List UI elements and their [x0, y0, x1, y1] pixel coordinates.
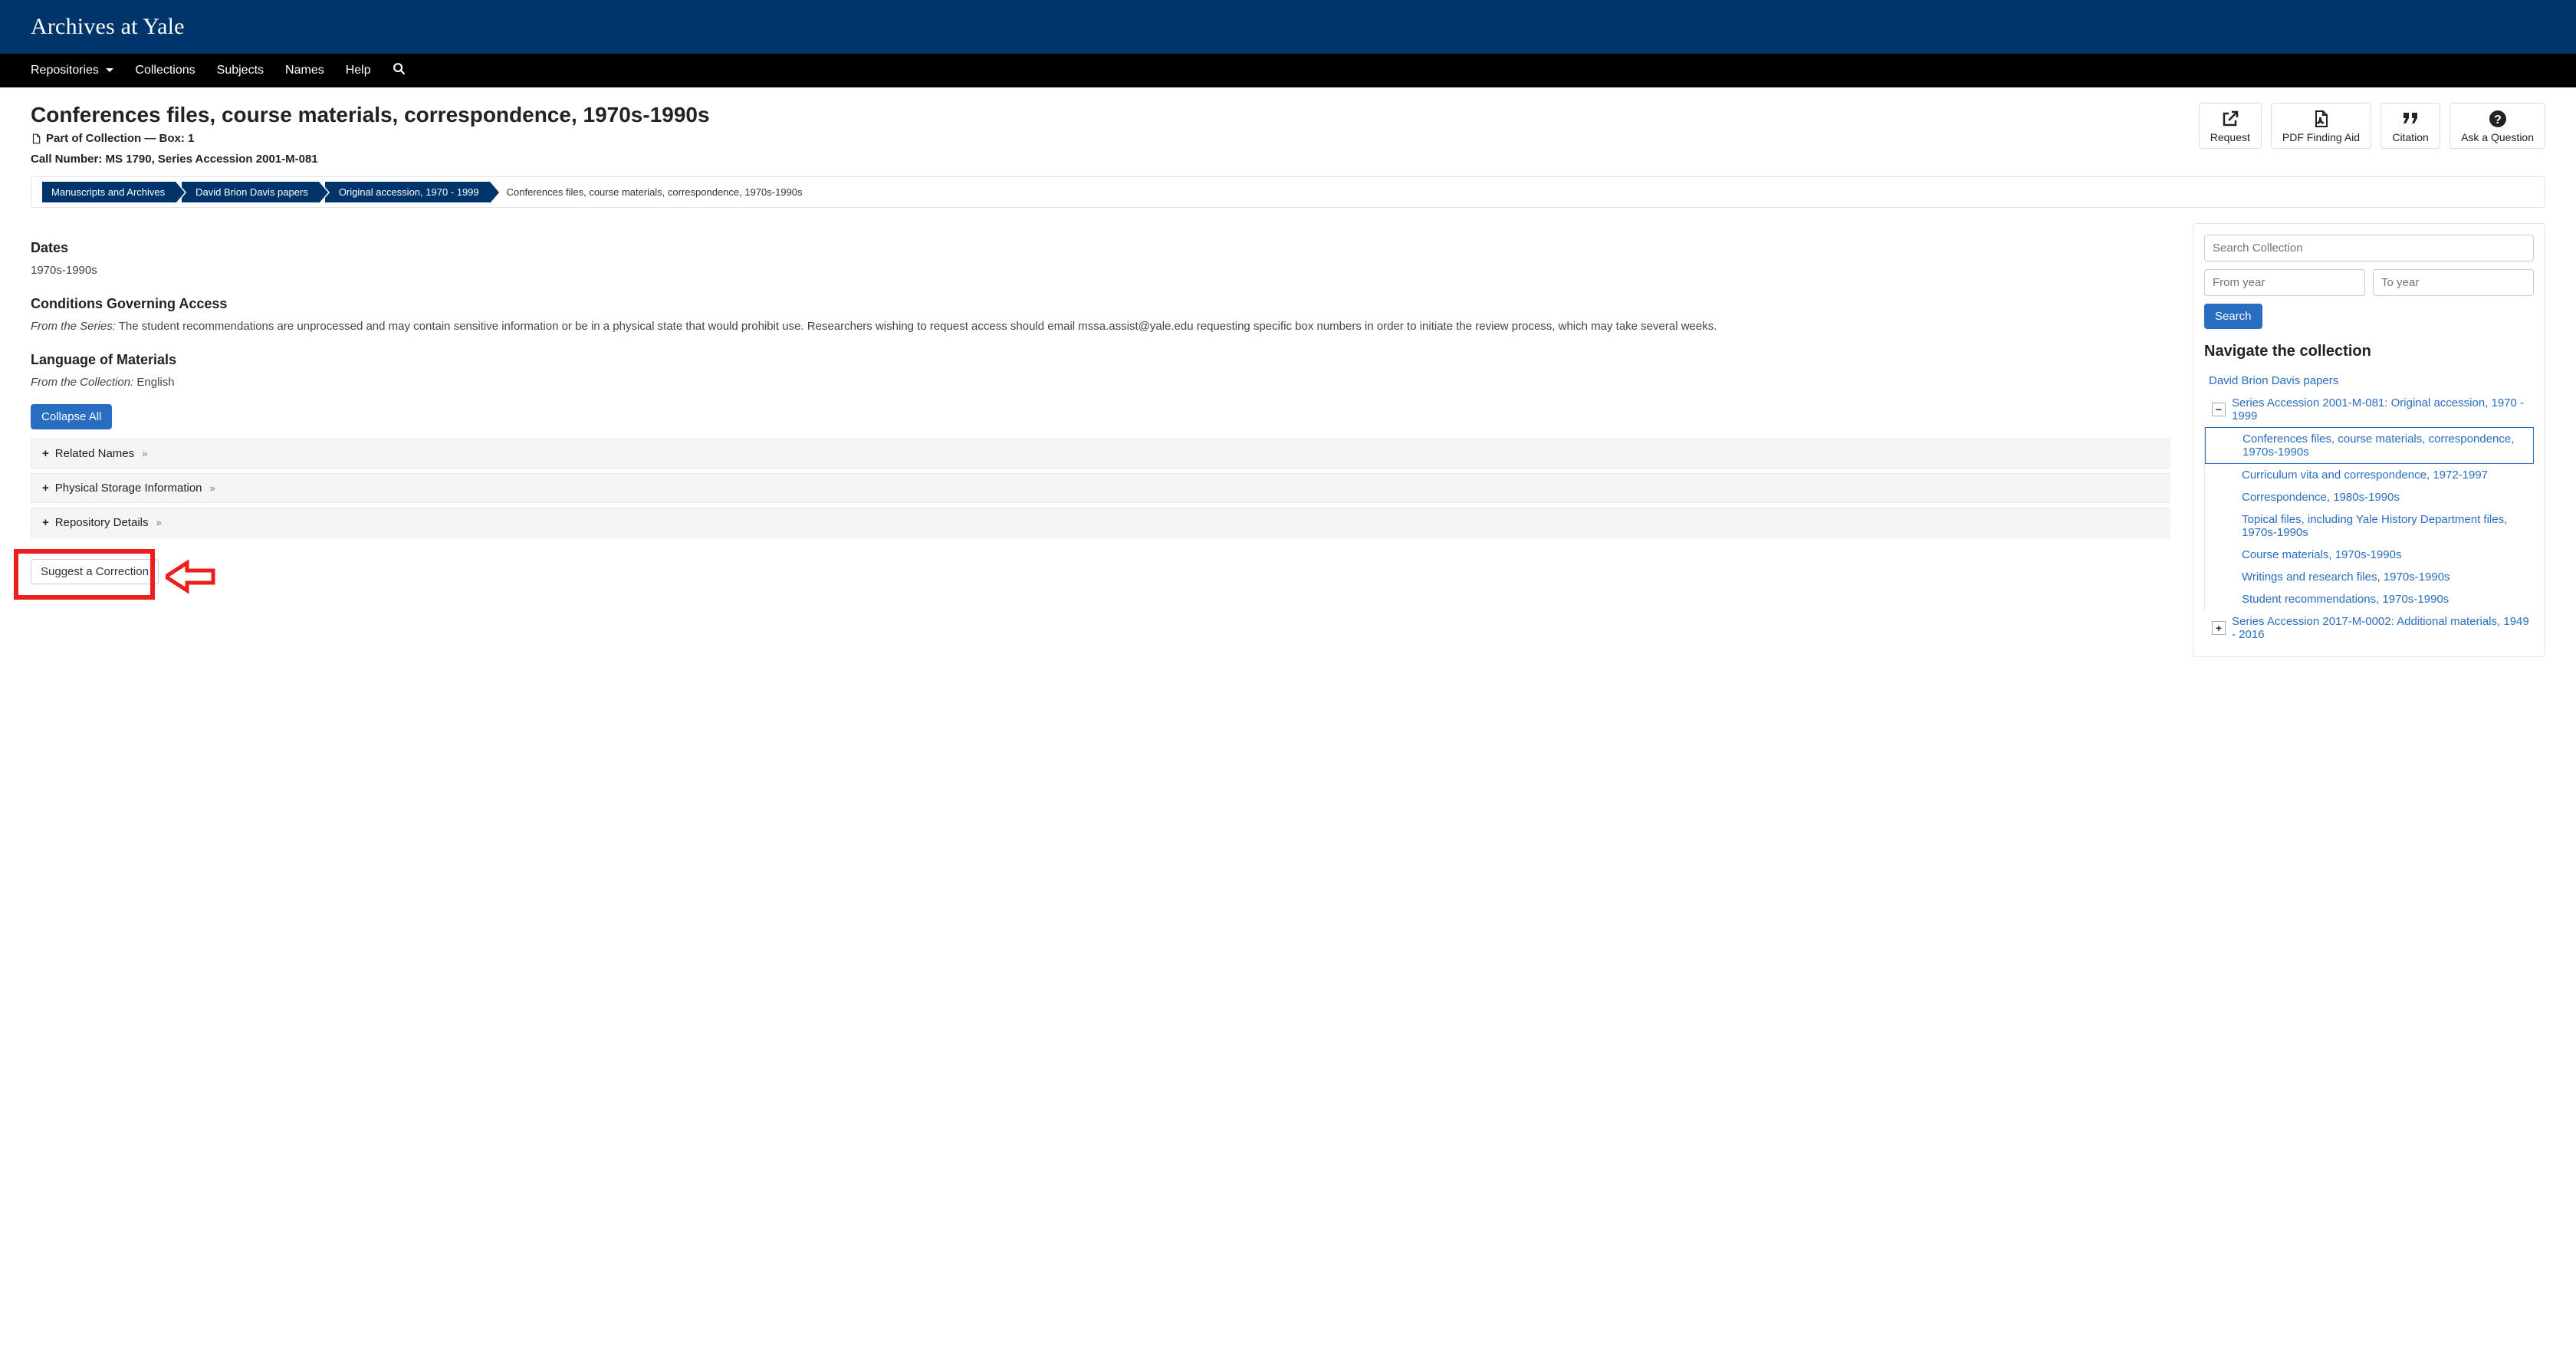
language-text: From the Collection: English: [31, 374, 2170, 391]
accordion-related-names[interactable]: + Related Names »: [31, 439, 2170, 469]
main-content: Dates 1970s-1990s Conditions Governing A…: [31, 223, 2170, 584]
tree-item[interactable]: Course materials, 1970s-1990s: [2242, 547, 2401, 563]
nav-repositories[interactable]: Repositories: [31, 64, 113, 77]
accordion-repository-details[interactable]: + Repository Details »: [31, 508, 2170, 538]
language-heading: Language of Materials: [31, 352, 2170, 368]
suggest-correction-button[interactable]: Suggest a Correction: [31, 559, 159, 584]
tree-root-link[interactable]: David Brion Davis papers: [2209, 373, 2338, 389]
search-icon[interactable]: [393, 62, 406, 79]
external-link-icon: [2220, 110, 2241, 128]
tree-item[interactable]: Student recommendations, 1970s-1990s: [2242, 591, 2449, 607]
subtitle-line: Part of Collection — Box: 1: [31, 132, 2183, 145]
tree-item[interactable]: Topical files, including Yale History De…: [2242, 511, 2534, 541]
conditions-prefix: From the Series:: [31, 320, 116, 333]
collapse-all-button[interactable]: Collapse All: [31, 404, 112, 429]
call-number-label: Call Number:: [31, 153, 102, 166]
accordion-repository-details-label: Repository Details: [55, 516, 149, 529]
tree-series2-link[interactable]: Series Accession 2017-M-0002: Additional…: [2232, 613, 2534, 643]
call-number-line: Call Number: MS 1790, Series Accession 2…: [31, 153, 2183, 166]
ask-button[interactable]: ? Ask a Question: [2450, 103, 2545, 149]
pdf-button[interactable]: 人 PDF Finding Aid: [2271, 103, 2371, 149]
search-button[interactable]: Search: [2204, 304, 2262, 329]
question-icon: ?: [2487, 110, 2509, 128]
file-icon: [31, 133, 41, 144]
sidebar: Search Navigate the collection David Bri…: [2193, 223, 2545, 657]
tree-item[interactable]: Writings and research files, 1970s-1990s: [2242, 569, 2450, 585]
plus-icon: +: [42, 516, 49, 529]
nav-names[interactable]: Names: [285, 64, 324, 77]
top-nav: Repositories Collections Subjects Names …: [0, 54, 2576, 87]
chevron-right-icon: »: [210, 482, 215, 494]
site-title[interactable]: Archives at Yale: [31, 14, 2545, 40]
conditions-text: From the Series: The student recommendat…: [31, 318, 2170, 335]
conditions-heading: Conditions Governing Access: [31, 296, 2170, 312]
dates-heading: Dates: [31, 240, 2170, 256]
caret-down-icon: [106, 68, 113, 72]
citation-button[interactable]: Citation: [2380, 103, 2440, 149]
request-label: Request: [2210, 131, 2250, 143]
pdf-icon: 人: [2310, 110, 2331, 128]
navigate-heading: Navigate the collection: [2204, 343, 2534, 360]
breadcrumb: Manuscripts and Archives David Brion Dav…: [31, 176, 2545, 208]
tree-item[interactable]: Correspondence, 1980s-1990s: [2242, 489, 2400, 505]
svg-text:人: 人: [2318, 117, 2324, 124]
site-header: Archives at Yale: [0, 0, 2576, 54]
tree-series1-link[interactable]: Series Accession 2001-M-081: Original ac…: [2232, 395, 2534, 424]
plus-icon: +: [42, 447, 49, 460]
citation-label: Citation: [2392, 131, 2429, 143]
subtitle-text: Part of Collection — Box: 1: [46, 132, 194, 145]
language-body: English: [133, 376, 174, 389]
crumb-series[interactable]: Original accession, 1970 - 1999: [325, 182, 490, 202]
expand-series2-toggle[interactable]: +: [2212, 621, 2226, 635]
collapse-series1-toggle[interactable]: −: [2212, 403, 2226, 416]
nav-collections[interactable]: Collections: [135, 64, 195, 77]
chevron-right-icon: »: [142, 448, 147, 459]
collection-tree: David Brion Davis papers − Series Access…: [2204, 370, 2534, 646]
accordion-physical-storage[interactable]: + Physical Storage Information »: [31, 473, 2170, 503]
ask-label: Ask a Question: [2461, 131, 2534, 143]
tree-item[interactable]: Curriculum vita and correspondence, 1972…: [2242, 467, 2488, 483]
page-actions: Request 人 PDF Finding Aid Citation ? Ask…: [2199, 103, 2545, 149]
tree-item[interactable]: Conferences files, course materials, cor…: [2242, 431, 2533, 460]
accordion-related-names-label: Related Names: [55, 447, 134, 460]
crumb-repository[interactable]: Manuscripts and Archives: [42, 182, 176, 202]
call-number-value: MS 1790, Series Accession 2001-M-081: [106, 153, 318, 166]
nav-subjects[interactable]: Subjects: [217, 64, 264, 77]
chevron-right-icon: »: [156, 517, 161, 528]
language-prefix: From the Collection:: [31, 376, 133, 389]
quote-icon: [2400, 110, 2421, 128]
crumb-current: Conferences files, course materials, cor…: [496, 182, 810, 202]
pdf-label: PDF Finding Aid: [2282, 131, 2360, 143]
from-year-input[interactable]: [2204, 269, 2365, 296]
plus-icon: +: [42, 482, 49, 495]
search-collection-input[interactable]: [2204, 235, 2534, 261]
nav-help[interactable]: Help: [346, 64, 371, 77]
crumb-collection[interactable]: David Brion Davis papers: [182, 182, 319, 202]
svg-text:?: ?: [2494, 113, 2502, 127]
conditions-body: The student recommendations are unproces…: [116, 320, 1717, 333]
page-title: Conferences files, course materials, cor…: [31, 103, 2183, 127]
nav-repositories-label: Repositories: [31, 64, 99, 77]
request-button[interactable]: Request: [2199, 103, 2262, 149]
accordion-physical-storage-label: Physical Storage Information: [55, 482, 202, 495]
to-year-input[interactable]: [2373, 269, 2534, 296]
dates-value: 1970s-1990s: [31, 262, 2170, 279]
